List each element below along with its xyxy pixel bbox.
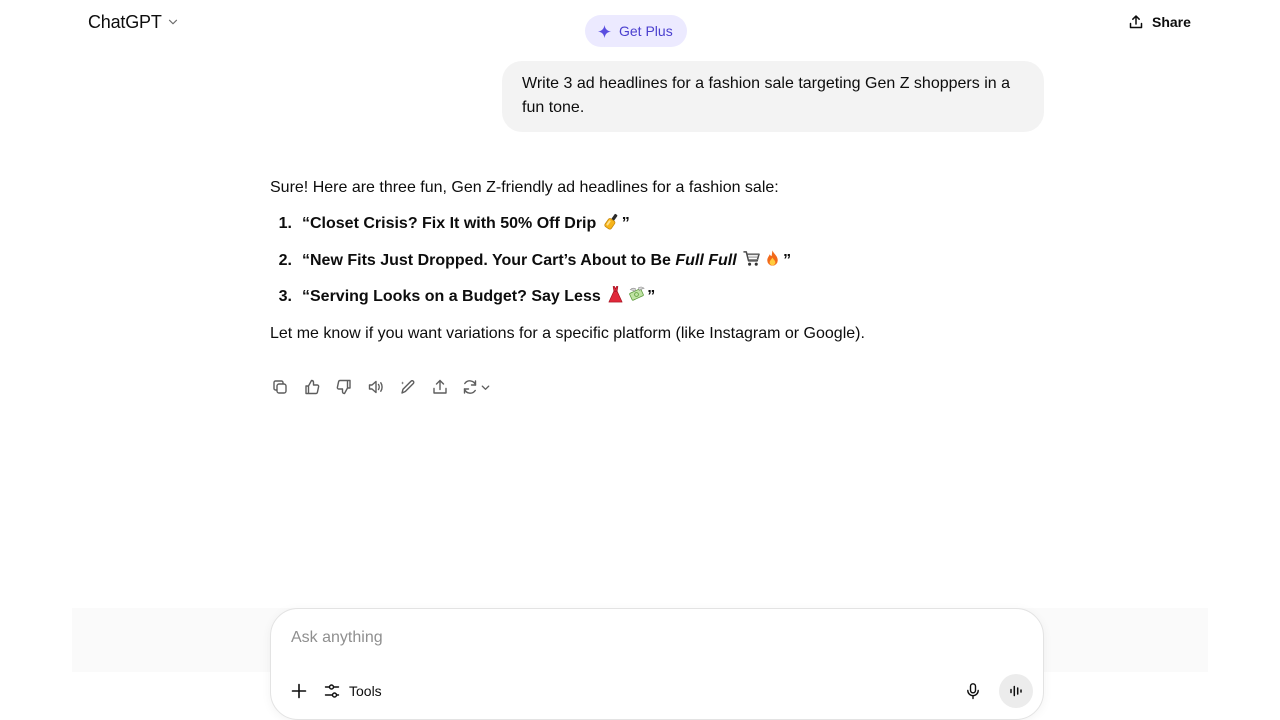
list-item: 2. “New Fits Just Dropped. Your Cart’s A… <box>270 249 1030 273</box>
fire-emoji <box>767 249 778 266</box>
share-icon <box>433 379 447 394</box>
shopping-cart-emoji <box>743 250 760 266</box>
list-number: 3. <box>278 288 292 305</box>
voice-waveform-icon <box>1010 685 1022 697</box>
thumbs-up-icon <box>305 379 320 395</box>
headline-copy: “Serving Looks on a Budget? Say Less <box>302 288 601 305</box>
share-message-button[interactable] <box>424 372 456 402</box>
top-bar: ChatGPT Get Plus Share <box>0 0 1280 47</box>
dictate-button[interactable] <box>961 679 985 703</box>
assistant-outro: Let me know if you want variations for a… <box>270 324 865 342</box>
tools-label: Tools <box>349 683 382 699</box>
model-label: ChatGPT <box>88 11 162 32</box>
model-selector[interactable]: ChatGPT <box>80 8 188 36</box>
bad-response-button[interactable] <box>328 372 360 402</box>
headline-list: 1. “Closet Crisis? Fix It with 50% Off D… <box>270 212 1030 309</box>
closing-quote: ” <box>783 251 792 269</box>
edit-icon <box>401 380 415 394</box>
composer: Tools <box>270 608 1044 720</box>
voice-mode-button[interactable] <box>999 674 1033 708</box>
copy-icon <box>273 380 287 394</box>
nail-polish-emoji <box>604 213 618 230</box>
assistant-message: Sure! Here are three fun, Gen Z-friendly… <box>270 176 1030 346</box>
list-number: 2. <box>278 251 292 269</box>
copy-button[interactable] <box>264 372 296 402</box>
prompt-input[interactable] <box>291 625 991 651</box>
edit-in-canvas-button[interactable] <box>392 372 424 402</box>
share-button[interactable]: Share <box>1120 8 1199 36</box>
regenerate-icon <box>463 380 477 394</box>
microphone-icon <box>967 683 979 700</box>
plus-icon <box>291 683 307 699</box>
headline-emphasis: Full Full <box>675 251 737 269</box>
tools-button[interactable]: Tools <box>323 679 382 703</box>
headline-text: “Closet Crisis? Fix It with 50% Off Drip… <box>302 212 630 236</box>
regenerate-button[interactable] <box>456 372 496 402</box>
headline-copy: “Closet Crisis? Fix It with 50% Off Drip <box>302 215 597 232</box>
read-aloud-icon <box>368 380 383 394</box>
thumbs-down-icon <box>336 379 351 395</box>
chevron-down-icon <box>481 384 490 390</box>
list-number: 1. <box>278 215 292 232</box>
dress-emoji <box>608 286 623 303</box>
headline-text: “New Fits Just Dropped. Your Cart’s Abou… <box>302 249 791 273</box>
read-aloud-button[interactable] <box>360 372 392 402</box>
chevron-down-icon <box>168 19 177 25</box>
closing-quote: ” <box>647 288 656 305</box>
get-plus-label: Get Plus <box>619 23 673 39</box>
user-message: Write 3 ad headlines for a fashion sale … <box>502 61 1044 132</box>
get-plus-button[interactable]: Get Plus <box>585 15 687 47</box>
list-item: 1. “Closet Crisis? Fix It with 50% Off D… <box>270 212 1030 236</box>
good-response-button[interactable] <box>296 372 328 402</box>
share-label: Share <box>1152 14 1191 30</box>
sliders-icon <box>324 684 340 698</box>
headline-copy: “New Fits Just Dropped. Your Cart’s Abou… <box>302 251 676 269</box>
add-attachment-button[interactable] <box>287 679 311 703</box>
assistant-intro: Sure! Here are three fun, Gen Z-friendly… <box>270 179 779 196</box>
list-item: 3. “Serving Looks on a Budget? Say Less … <box>270 285 1030 309</box>
message-actions <box>264 372 496 402</box>
share-icon <box>1129 15 1143 29</box>
money-with-wings-emoji <box>629 286 645 301</box>
closing-quote: ” <box>621 215 630 232</box>
headline-text: “Serving Looks on a Budget? Say Less ” <box>302 285 655 309</box>
sparkle-icon <box>597 24 612 38</box>
